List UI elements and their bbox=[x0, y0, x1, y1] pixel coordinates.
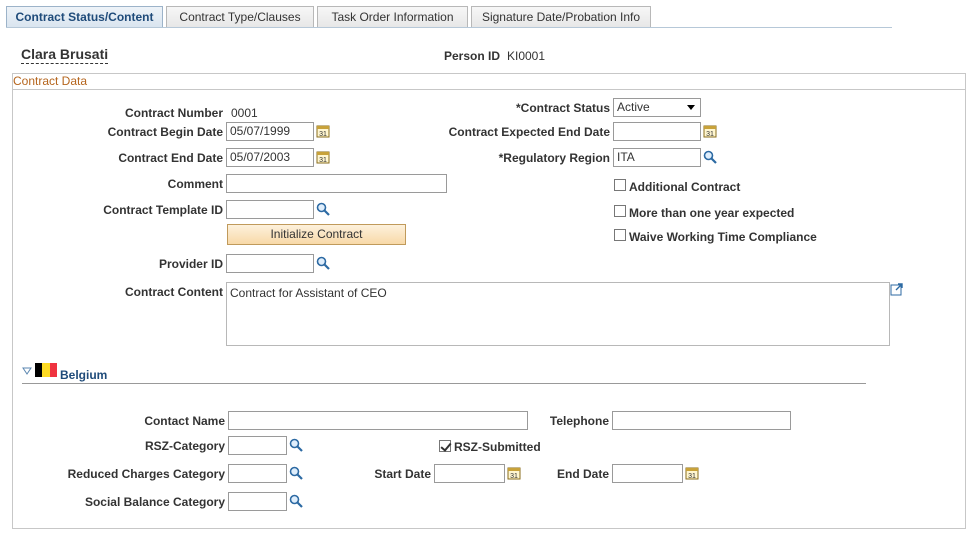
contract-number-value: 0001 bbox=[231, 106, 258, 120]
regulatory-region-input[interactable]: ITA bbox=[613, 148, 701, 167]
tab-contract-status-content[interactable]: Contract Status/Content bbox=[6, 6, 163, 28]
comment-label: Comment bbox=[167, 177, 223, 191]
search-icon[interactable] bbox=[316, 256, 330, 270]
start-date-input[interactable] bbox=[434, 464, 505, 483]
end-date-belgium-input[interactable] bbox=[612, 464, 683, 483]
svg-text:31: 31 bbox=[319, 131, 327, 138]
belgium-flag-icon bbox=[35, 363, 57, 377]
belgium-section-title[interactable]: Belgium bbox=[60, 368, 107, 382]
person-id-value: KI0001 bbox=[507, 49, 546, 63]
end-date-belgium-label: End Date bbox=[556, 467, 609, 481]
search-icon[interactable] bbox=[703, 150, 717, 164]
telephone-label: Telephone bbox=[549, 414, 609, 428]
tab-signature-date-probation[interactable]: Signature Date/Probation Info bbox=[471, 6, 651, 28]
svg-text:31: 31 bbox=[510, 473, 518, 480]
more-than-year-label: More than one year expected bbox=[629, 206, 795, 220]
contract-status-value: Active bbox=[617, 100, 650, 114]
tab-contract-type-clauses[interactable]: Contract Type/Clauses bbox=[166, 6, 314, 28]
additional-contract-label: Additional Contract bbox=[629, 180, 741, 194]
search-icon[interactable] bbox=[316, 202, 330, 216]
contract-content-textarea[interactable]: Contract for Assistant of CEO bbox=[226, 282, 890, 346]
calendar-icon[interactable]: 31 bbox=[316, 124, 330, 138]
reduced-charges-input[interactable] bbox=[228, 464, 287, 483]
waive-compliance-label: Waive Working Time Compliance bbox=[629, 230, 817, 244]
provider-id-input[interactable] bbox=[226, 254, 314, 273]
regulatory-region-label: *Regulatory Region bbox=[498, 151, 610, 165]
contract-data-title: Contract Data bbox=[12, 73, 966, 90]
calendar-icon[interactable]: 31 bbox=[316, 150, 330, 164]
search-icon[interactable] bbox=[289, 494, 303, 508]
calendar-icon[interactable]: 31 bbox=[507, 466, 521, 480]
search-icon[interactable] bbox=[289, 438, 303, 452]
contract-status-label: *Contract Status bbox=[515, 101, 610, 115]
svg-text:31: 31 bbox=[706, 131, 714, 138]
initialize-contract-button[interactable]: Initialize Contract bbox=[227, 224, 406, 245]
additional-contract-checkbox[interactable] bbox=[614, 179, 626, 191]
waive-compliance-checkbox[interactable] bbox=[614, 229, 626, 241]
expected-end-label: Contract Expected End Date bbox=[448, 125, 610, 139]
search-icon[interactable] bbox=[289, 466, 303, 480]
social-balance-input[interactable] bbox=[228, 492, 287, 511]
rsz-submitted-checkbox[interactable] bbox=[439, 440, 451, 452]
social-balance-label: Social Balance Category bbox=[84, 495, 225, 509]
contract-content-label: Contract Content bbox=[125, 285, 223, 299]
person-id-label: Person ID bbox=[444, 49, 501, 63]
contract-number-label: Contract Number bbox=[124, 106, 223, 120]
svg-text:31: 31 bbox=[688, 473, 696, 480]
comment-input[interactable] bbox=[226, 174, 447, 193]
rsz-category-input[interactable] bbox=[228, 436, 287, 455]
template-id-input[interactable] bbox=[226, 200, 314, 219]
contact-name-label: Contact Name bbox=[144, 414, 225, 428]
contact-name-input[interactable] bbox=[228, 411, 528, 430]
rsz-submitted-label: RSZ-Submitted bbox=[454, 440, 541, 454]
calendar-icon[interactable]: 31 bbox=[703, 124, 717, 138]
end-date-input[interactable]: 05/07/2003 bbox=[226, 148, 314, 167]
tab-underline bbox=[6, 27, 892, 28]
begin-date-label: Contract Begin Date bbox=[107, 125, 223, 139]
contract-status-select[interactable]: Active bbox=[613, 98, 701, 117]
expected-end-input[interactable] bbox=[613, 122, 701, 141]
more-than-year-checkbox[interactable] bbox=[614, 205, 626, 217]
template-id-label: Contract Template ID bbox=[103, 203, 223, 217]
start-date-label: Start Date bbox=[374, 467, 431, 481]
collapse-triangle-icon[interactable] bbox=[22, 367, 32, 375]
section-divider bbox=[22, 383, 866, 384]
end-date-label: Contract End Date bbox=[118, 151, 223, 165]
telephone-input[interactable] bbox=[612, 411, 791, 430]
begin-date-input[interactable]: 05/07/1999 bbox=[226, 122, 314, 141]
reduced-charges-label: Reduced Charges Category bbox=[67, 467, 225, 481]
rsz-category-label: RSZ-Category bbox=[144, 439, 225, 453]
provider-id-label: Provider ID bbox=[158, 257, 223, 271]
chevron-down-icon bbox=[687, 105, 695, 110]
svg-text:31: 31 bbox=[319, 157, 327, 164]
calendar-icon[interactable]: 31 bbox=[685, 466, 699, 480]
person-name[interactable]: Clara Brusati bbox=[21, 46, 109, 64]
tab-task-order-information[interactable]: Task Order Information bbox=[317, 6, 468, 28]
expand-icon[interactable] bbox=[890, 282, 904, 296]
